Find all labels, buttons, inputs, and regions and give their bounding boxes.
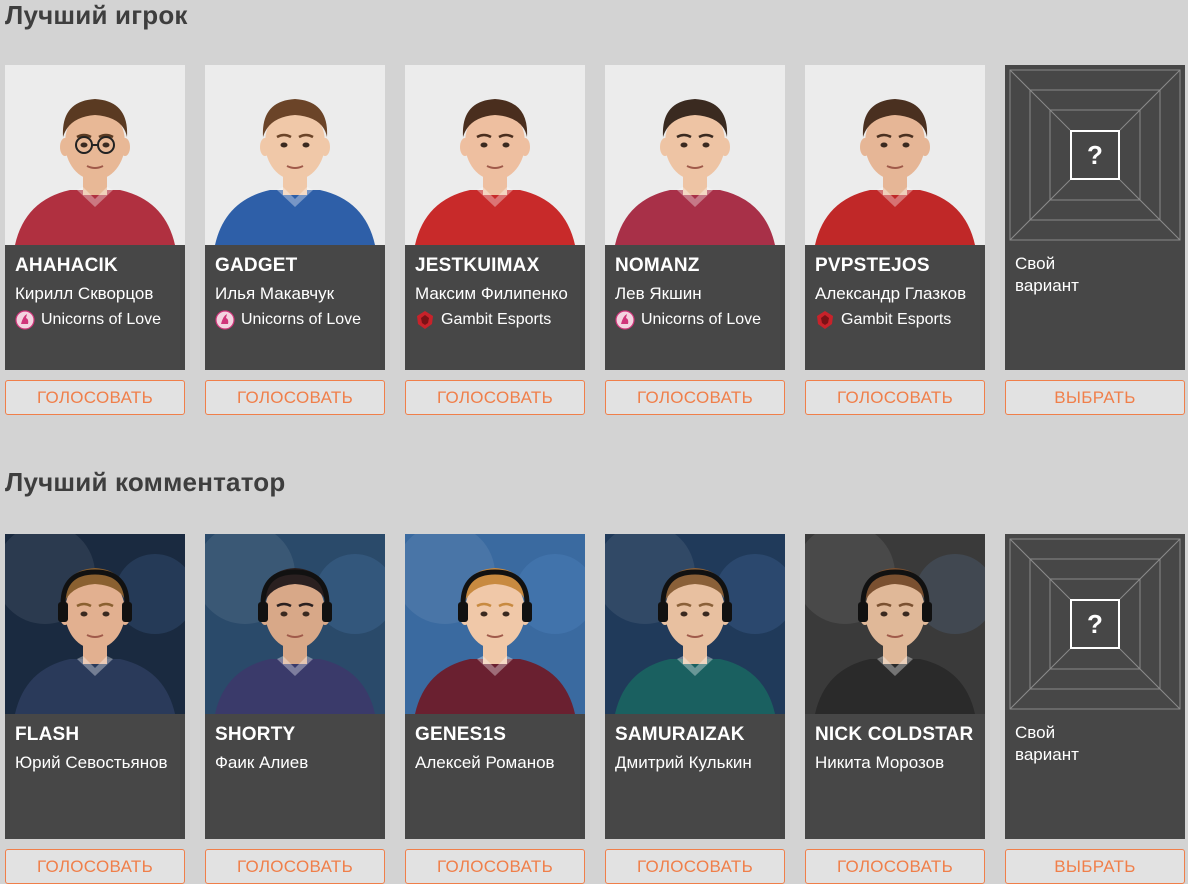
nominee-nickname: NICK COLDSTAR xyxy=(815,724,974,745)
vote-button[interactable]: ГОЛОСОВАТЬ xyxy=(405,380,585,415)
nominee-real-name: Кирилл Скворцов xyxy=(15,284,154,303)
nominee-team: Unicorns of Love xyxy=(615,310,775,330)
nominee-photo[interactable] xyxy=(605,65,785,245)
nominee-real-name: Никита Морозов xyxy=(815,753,945,772)
choose-button[interactable]: ВЫБРАТЬ xyxy=(1005,380,1185,415)
nominee-nickname: NOMANZ xyxy=(615,255,700,276)
team-name: Unicorns of Love xyxy=(241,311,362,328)
nominee-real-name: Лев Якшин xyxy=(615,284,702,303)
vote-button[interactable]: ГОЛОСОВАТЬ xyxy=(5,849,185,884)
custom-option-card: ? Свой вариант ВЫБРАТЬ xyxy=(1005,534,1185,884)
nominee-info: NOMANZ Лев Якшин Unicorns of Love xyxy=(605,245,785,370)
portrait-image xyxy=(805,65,985,245)
nominee-real-name: Илья Макавчук xyxy=(215,284,335,303)
nominee-card: AHAHACIK Кирилл Скворцов Unicorns of Love Г… xyxy=(5,65,185,415)
nominee-card: PVPSTEJOS Александр Глазков Gambit Esports… xyxy=(805,65,985,415)
vote-button[interactable]: ГОЛОСОВАТЬ xyxy=(5,380,185,415)
nominee-card: NICK COLDSTAR Никита Морозов ГОЛОСОВАТЬ xyxy=(805,534,985,884)
section-title-best-player: Лучший игрок xyxy=(5,0,188,30)
nominee-card: SHORTY Фаик Алиев ГОЛОСОВАТЬ xyxy=(205,534,385,884)
vote-button[interactable]: ГОЛОСОВАТЬ xyxy=(805,380,985,415)
nominee-nickname: FLASH xyxy=(15,724,80,745)
team-name: Gambit Esports xyxy=(841,311,952,328)
vote-button[interactable]: ГОЛОСОВАТЬ xyxy=(205,849,385,884)
custom-option-panel[interactable]: ? Свой вариант xyxy=(1005,65,1185,370)
nominee-real-name: Юрий Севостьянов xyxy=(15,753,168,772)
vote-button[interactable]: ГОЛОСОВАТЬ xyxy=(405,849,585,884)
gambit-esports-logo-icon xyxy=(417,311,433,329)
gambit-esports-logo-icon xyxy=(817,311,833,329)
nominee-nickname: GENES1S xyxy=(415,724,507,745)
nominee-info: SHORTY Фаик Алиев xyxy=(205,714,385,839)
nominee-photo[interactable] xyxy=(805,534,985,714)
nominee-photo[interactable] xyxy=(5,534,185,714)
vote-button[interactable]: ГОЛОСОВАТЬ xyxy=(805,849,985,884)
question-mark-icon: ? xyxy=(1070,130,1120,180)
portrait-image xyxy=(205,65,385,245)
nominee-info: PVPSTEJOS Александр Глазков Gambit Esports xyxy=(805,245,985,370)
nominee-card: NOMANZ Лев Якшин Unicorns of Love ГОЛОСОВАТ… xyxy=(605,65,785,415)
team-name: Unicorns of Love xyxy=(41,311,162,328)
portrait-image xyxy=(605,534,785,714)
nominee-photo[interactable] xyxy=(205,534,385,714)
nominee-info: JESTKUIMAX Максим Филипенко Gambit Esports xyxy=(405,245,585,370)
nominee-photo[interactable] xyxy=(805,65,985,245)
nominee-info: NICK COLDSTAR Никита Морозов xyxy=(805,714,985,839)
nominee-real-name: Алексей Романов xyxy=(415,753,555,772)
nominee-info: SAMURAIZAK Дмитрий Кулькин xyxy=(605,714,785,839)
portrait-image xyxy=(805,534,985,714)
portrait-image xyxy=(5,65,185,245)
nominee-card: GENES1S Алексей Романов ГОЛОСОВАТЬ xyxy=(405,534,585,884)
portrait-image xyxy=(205,534,385,714)
vote-button[interactable]: ГОЛОСОВАТЬ xyxy=(605,849,785,884)
nominee-card: FLASH Юрий Севостьянов ГОЛОСОВАТЬ xyxy=(5,534,185,884)
nominee-team: Unicorns of Love xyxy=(215,310,375,330)
nominee-team: Unicorns of Love xyxy=(15,310,175,330)
nominee-nickname: SHORTY xyxy=(215,724,296,745)
unicorns-of-love-logo-icon xyxy=(15,310,35,330)
nominee-info: GENES1S Алексей Романов xyxy=(405,714,585,839)
portrait-image xyxy=(5,534,185,714)
nominee-info: FLASH Юрий Севостьянов xyxy=(5,714,185,839)
nominee-card: JESTKUIMAX Максим Филипенко Gambit Esports… xyxy=(405,65,585,415)
vote-button[interactable]: ГОЛОСОВАТЬ xyxy=(605,380,785,415)
nominee-team: Gambit Esports xyxy=(815,310,975,330)
choose-button[interactable]: ВЫБРАТЬ xyxy=(1005,849,1185,884)
team-name: Gambit Esports xyxy=(441,311,552,328)
nominee-real-name: Дмитрий Кулькин xyxy=(615,753,752,772)
section-title-best-commentator: Лучший комментатор xyxy=(5,467,286,497)
portrait-image xyxy=(605,65,785,245)
nominee-real-name: Максим Филипенко xyxy=(415,284,568,303)
question-mark-icon: ? xyxy=(1070,599,1120,649)
nominee-nickname: AHAHACIK xyxy=(15,255,118,276)
nominee-real-name: Фаик Алиев xyxy=(215,753,309,772)
unicorns-of-love-logo-icon xyxy=(215,310,235,330)
nominee-info: AHAHACIK Кирилл Скворцов Unicorns of Love xyxy=(5,245,185,370)
custom-option-panel[interactable]: ? Свой вариант xyxy=(1005,534,1185,839)
portrait-image xyxy=(405,65,585,245)
vote-button[interactable]: ГОЛОСОВАТЬ xyxy=(205,380,385,415)
nominee-photo[interactable] xyxy=(5,65,185,245)
unicorns-of-love-logo-icon xyxy=(615,310,635,330)
nominee-nickname: SAMURAIZAK xyxy=(615,724,745,745)
nominee-nickname: JESTKUIMAX xyxy=(415,255,540,276)
nominee-card: SAMURAIZAK Дмитрий Кулькин ГОЛОСОВАТЬ xyxy=(605,534,785,884)
nominee-info: GADGET Илья Макавчук Unicorns of Love xyxy=(205,245,385,370)
custom-option-label: Свой вариант xyxy=(1015,254,1079,295)
custom-option-label: Свой вариант xyxy=(1015,723,1079,764)
nominee-nickname: GADGET xyxy=(215,255,298,276)
nominee-photo[interactable] xyxy=(405,534,585,714)
nominee-card: GADGET Илья Макавчук Unicorns of Love ГОЛОС… xyxy=(205,65,385,415)
nominee-photo[interactable] xyxy=(205,65,385,245)
nominee-photo[interactable] xyxy=(605,534,785,714)
team-name: Unicorns of Love xyxy=(641,311,762,328)
nominee-nickname: PVPSTEJOS xyxy=(815,255,930,276)
custom-option-card: ? Свой вариант ВЫБРАТЬ xyxy=(1005,65,1185,415)
nominee-real-name: Александр Глазков xyxy=(815,284,967,303)
nominee-team: Gambit Esports xyxy=(415,310,575,330)
nominee-photo[interactable] xyxy=(405,65,585,245)
portrait-image xyxy=(405,534,585,714)
